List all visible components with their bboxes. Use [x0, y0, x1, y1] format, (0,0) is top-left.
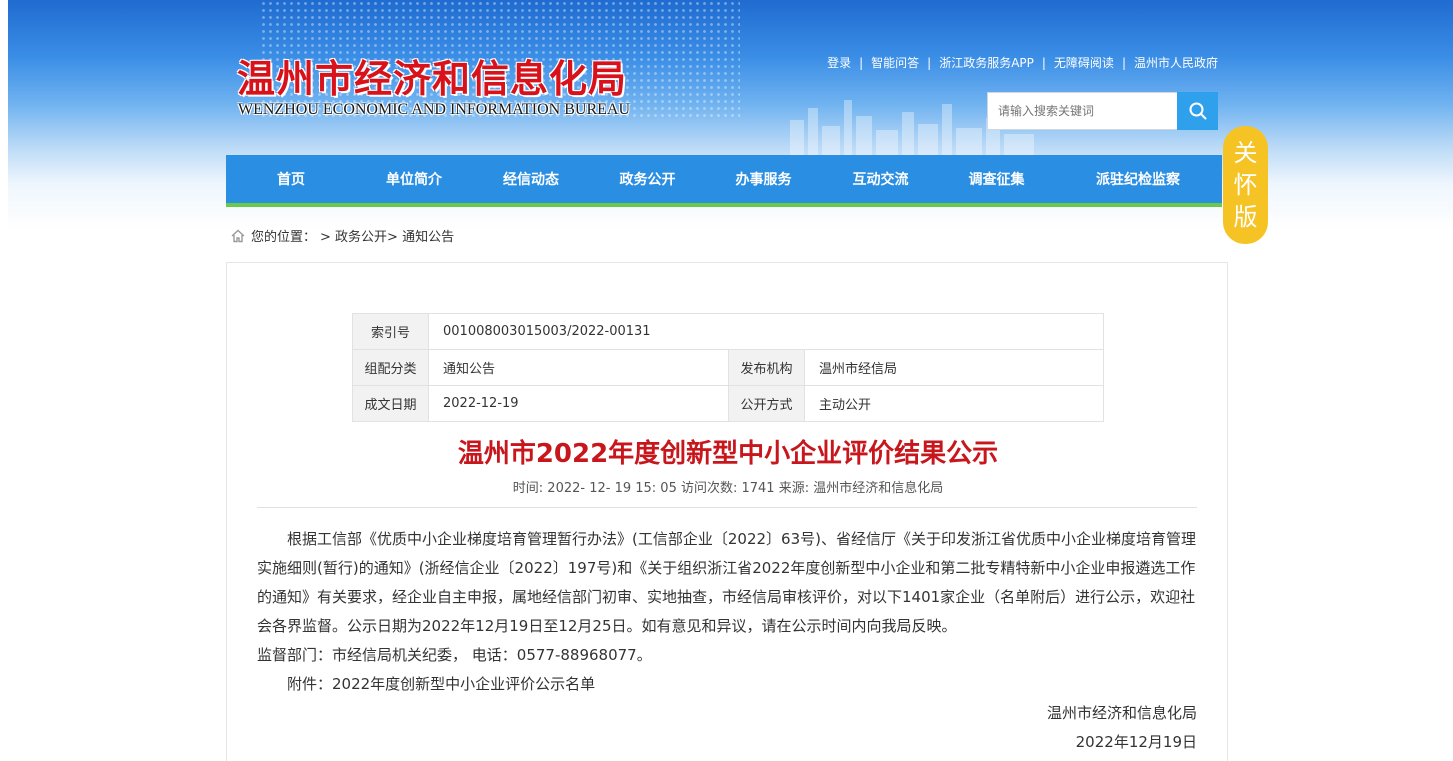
search-button[interactable] [1177, 92, 1218, 130]
meta-label-index: 索引号 [352, 313, 429, 350]
article-info: 时间: 2022- 12- 19 15: 05 访问次数: 1741 来源: 温… [512, 481, 944, 496]
site-logo-title[interactable]: 温州市经济和信息化局 [237, 48, 627, 103]
nav-item-survey[interactable]: 调查征集 [939, 155, 1054, 203]
nav-item-about[interactable]: 单位简介 [356, 155, 472, 203]
breadcrumb: 您的位置： > 政务公开 > 通知公告 [231, 226, 454, 245]
meta-value-category: 通知公告 [428, 349, 729, 386]
meta-label-category: 组配分类 [352, 349, 429, 386]
article-body: 根据工信部《优质中小企业梯度培育管理暂行办法》(工信部企业〔2022〕63号)、… [257, 525, 1197, 757]
supervision-text: 监督部门：市经信局机关纪委， 电话：0577-88968077。 [257, 646, 652, 664]
care-mode-button[interactable]: 关 怀 版 [1223, 126, 1268, 244]
zhejiang-app-link[interactable]: 浙江政务服务APP [939, 54, 1034, 71]
nav-item-gov-open[interactable]: 政务公开 [590, 155, 705, 203]
article-container: 索引号 001008003015003/2022-00131 组配分类 通知公告… [226, 262, 1228, 761]
attachment-link[interactable]: 附件：2022年度创新型中小企业评价公示名单 [257, 670, 1197, 699]
nav-item-interaction[interactable]: 互动交流 [822, 155, 939, 203]
search-bar [987, 92, 1218, 130]
search-icon [1189, 102, 1206, 120]
meta-value-publisher: 温州市经信局 [804, 349, 1104, 386]
article-title: 温州市2022年度创新型中小企业评价结果公示 [457, 439, 999, 469]
main-nav: 首页 单位简介 经信动态 政务公开 办事服务 互动交流 调查征集 派驻纪检监察 [226, 155, 1222, 207]
top-links: 登录 | 智能问答 | 浙江政务服务APP | 无障碍阅读 | 温州市人民政府 [827, 54, 1218, 71]
breadcrumb-prefix: 您的位置： [251, 230, 317, 245]
meta-value-open: 主动公开 [804, 385, 1104, 422]
meta-label-publisher: 发布机构 [728, 349, 805, 386]
nav-item-services[interactable]: 办事服务 [705, 155, 822, 203]
meta-label-date: 成文日期 [352, 385, 429, 422]
smart-qa-link[interactable]: 智能问答 [871, 54, 919, 71]
divider [257, 507, 1197, 508]
meta-label-open: 公开方式 [728, 385, 805, 422]
breadcrumb-item-gov-open[interactable]: > 政务公开 [320, 226, 387, 245]
meta-table: 索引号 001008003015003/2022-00131 组配分类 通知公告… [352, 313, 1104, 422]
city-gov-link[interactable]: 温州市人民政府 [1134, 54, 1218, 71]
sign-date: 2022年12月19日 [1075, 733, 1197, 751]
nav-item-discipline[interactable]: 派驻纪检监察 [1054, 155, 1222, 203]
login-link[interactable]: 登录 [827, 54, 851, 71]
meta-value-index: 001008003015003/2022-00131 [428, 313, 1104, 350]
accessibility-link[interactable]: 无障碍阅读 [1054, 54, 1114, 71]
home-icon [231, 229, 245, 242]
meta-value-date: 2022-12-19 [428, 385, 729, 422]
search-input[interactable] [987, 92, 1177, 130]
site-logo-subtitle: WENZHOU ECONOMIC AND INFORMATION BUREAU [238, 101, 630, 118]
nav-item-home[interactable]: 首页 [226, 155, 356, 203]
breadcrumb-item-notice[interactable]: > 通知公告 [387, 226, 454, 245]
nav-item-news[interactable]: 经信动态 [472, 155, 590, 203]
article-paragraph: 根据工信部《优质中小企业梯度培育管理暂行办法》(工信部企业〔2022〕63号)、… [257, 530, 1196, 635]
sign-org: 温州市经济和信息化局 [1046, 704, 1197, 722]
